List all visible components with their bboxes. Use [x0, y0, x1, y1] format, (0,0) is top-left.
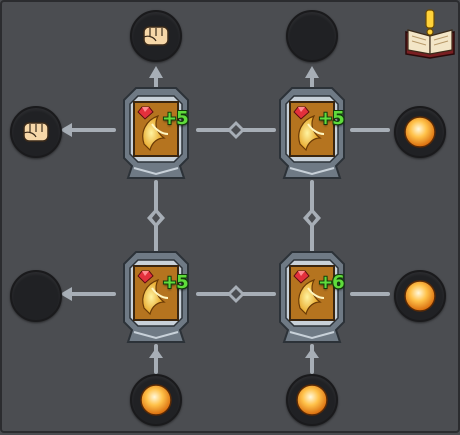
fist-icon [23, 122, 49, 142]
red-gem-icon [137, 106, 154, 120]
orb-icon [296, 384, 328, 416]
tile-bonus: +5 [162, 108, 189, 129]
tile-bonus: +6 [318, 272, 345, 293]
red-gem-icon [293, 106, 310, 120]
orb-icon [140, 384, 172, 416]
node-right-1[interactable] [394, 106, 446, 158]
node-left-2[interactable] [10, 270, 62, 322]
node-right-2[interactable] [394, 270, 446, 322]
board-connectors [60, 66, 390, 374]
orb-icon [404, 280, 436, 312]
node-bottom-1[interactable] [130, 374, 182, 426]
tile-bonus: +5 [318, 108, 345, 129]
lore-book-alert-icon[interactable] [402, 8, 458, 60]
node-top-2[interactable] [286, 10, 338, 62]
red-gem-icon [137, 270, 154, 284]
orb-icon [404, 116, 436, 148]
node-bottom-2[interactable] [286, 374, 338, 426]
node-top-1[interactable] [130, 10, 182, 62]
tile-bonus: +5 [162, 272, 189, 293]
puzzle-board: +5 +5 +5 +6 [0, 0, 460, 433]
node-left-1[interactable] [10, 106, 62, 158]
fist-icon [143, 26, 169, 46]
tile-bottom-left[interactable]: +5 [116, 248, 196, 346]
tile-bottom-right[interactable]: +6 [272, 248, 352, 346]
red-gem-icon [293, 270, 310, 284]
tile-top-left[interactable]: +5 [116, 84, 196, 182]
tile-top-right[interactable]: +5 [272, 84, 352, 182]
